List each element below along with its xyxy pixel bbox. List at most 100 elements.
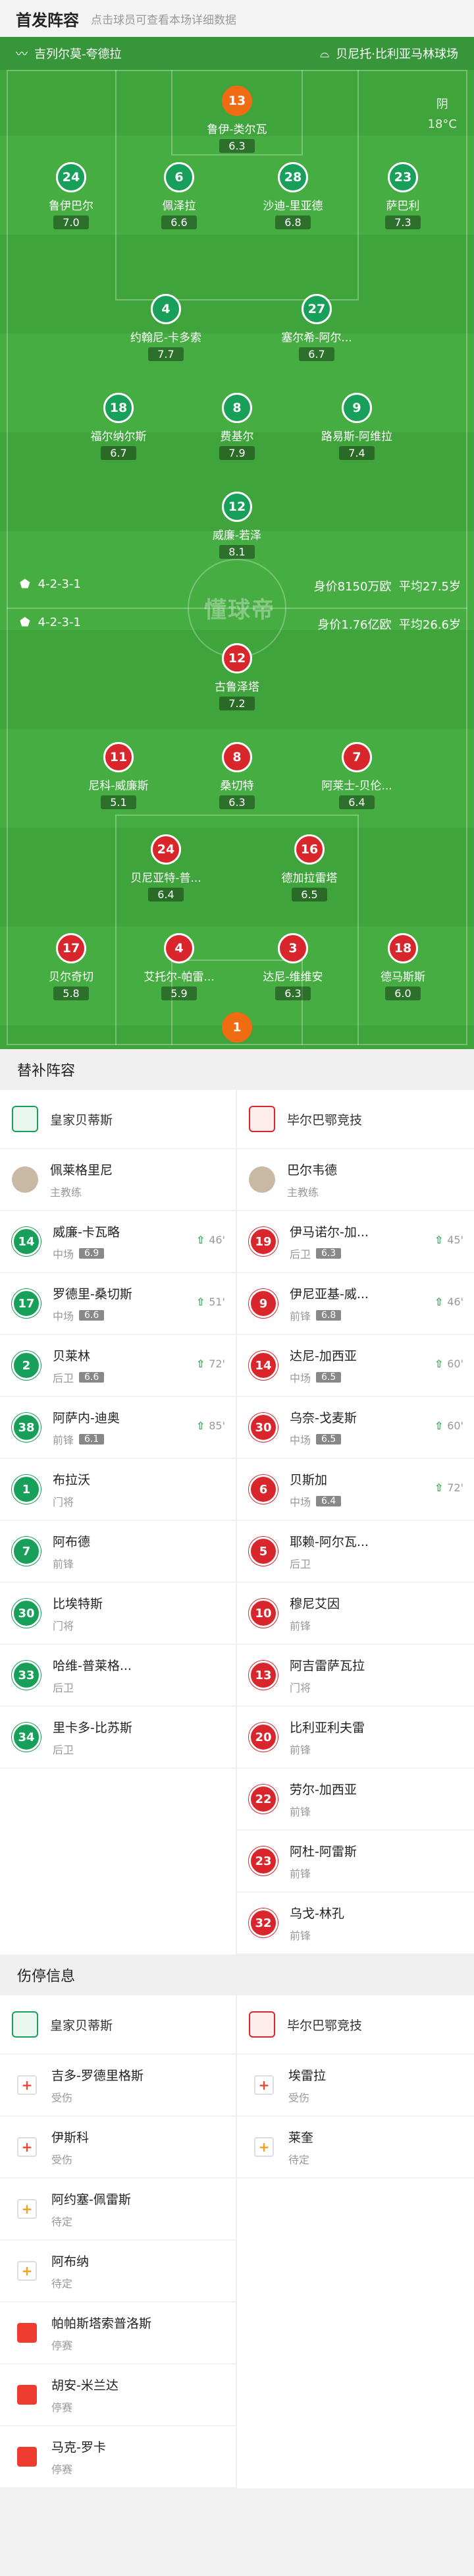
home-player[interactable]: 27 塞尔希-阿尔... 6.7 bbox=[257, 294, 376, 361]
sub-player-row[interactable]: 38 阿萨内-迪奥 前锋 6.1 ⇧ 85' bbox=[0, 1397, 236, 1459]
injury-status: 停赛 bbox=[51, 2463, 73, 2476]
home-team-info: 身价8150万欧 平均27.5岁 bbox=[314, 577, 461, 594]
sub-player-meta: 中场 6.5 bbox=[290, 1431, 462, 1447]
sub-player-row[interactable]: 17 罗德里-桑切斯 中场 6.6 ⇧ 51' bbox=[0, 1273, 236, 1335]
home-player[interactable]: 12 威廉-若泽 8.1 bbox=[178, 492, 296, 559]
sub-player-position: 门将 bbox=[53, 1495, 74, 1508]
away-player[interactable]: 24 贝尼亚特-普... 6.4 bbox=[107, 834, 225, 902]
sub-player-row[interactable]: 9 伊尼亚基-威... 前锋 6.8 ⇧ 46' bbox=[237, 1273, 474, 1335]
player-number: 27 bbox=[302, 294, 332, 324]
player-number: 12 bbox=[222, 643, 252, 673]
player-rating: 7.2 bbox=[219, 697, 255, 710]
injury-row[interactable]: + 莱奎 待定 bbox=[237, 2117, 474, 2179]
away-player[interactable]: 7 阿莱士-贝伦... 6.4 bbox=[298, 742, 416, 809]
home-player[interactable]: 18 福尔纳尔斯 6.7 bbox=[59, 393, 178, 460]
injury-row[interactable]: + 阿布纳 待定 bbox=[0, 2241, 236, 2303]
away-player[interactable]: 11 尼科-威廉斯 5.1 bbox=[59, 742, 178, 809]
home-player[interactable]: 9 路易斯-阿维拉 7.4 bbox=[298, 393, 416, 460]
home-player[interactable]: 28 沙迪-里亚德 6.8 bbox=[234, 162, 352, 229]
away-injury-team-row[interactable]: 毕尔巴鄂竞技 bbox=[237, 1995, 474, 2055]
injury-info: 马克-罗卡 停赛 bbox=[51, 2438, 224, 2476]
injury-row[interactable]: + 伊斯科 受伤 bbox=[0, 2117, 236, 2179]
sub-in-arrow-icon: ⇧ bbox=[196, 1234, 205, 1246]
injury-player-name: 阿布纳 bbox=[51, 2254, 90, 2269]
away-player[interactable]: 3 达尼-维维安 6.3 bbox=[234, 933, 352, 1000]
player-number: 18 bbox=[103, 393, 134, 423]
home-team-row[interactable]: 皇家贝蒂斯 bbox=[0, 1090, 236, 1149]
home-player[interactable]: 24 鲁伊巴尔 7.0 bbox=[12, 162, 130, 229]
away-player[interactable]: 16 德加拉雷塔 6.5 bbox=[250, 834, 369, 902]
away-player[interactable]: 1乌奈-西蒙6.3 bbox=[178, 1012, 296, 1049]
sub-player-meta: 前锋 bbox=[290, 1927, 462, 1943]
home-subs-column: 皇家贝蒂斯 佩莱格里尼 主教练 14 威廉-卡瓦略 中场 6.9 ⇧ 46' 17 罗德里-桑切斯中… bbox=[0, 1090, 237, 1955]
sub-player-row[interactable]: 5 耶赖-阿尔瓦... 后卫 bbox=[237, 1521, 474, 1583]
sub-player-position: 中场 bbox=[53, 1309, 74, 1323]
home-player[interactable]: 6 佩泽拉 6.6 bbox=[120, 162, 238, 229]
sub-player-row[interactable]: 1 布拉沃 门将 bbox=[0, 1459, 236, 1521]
sub-player-number: 19 bbox=[249, 1227, 278, 1256]
away-player[interactable]: 17 贝尔奇切 5.8 bbox=[12, 933, 130, 1000]
medical-cross-icon: + bbox=[17, 2137, 37, 2157]
away-player[interactable]: 8 桑切特 6.3 bbox=[178, 742, 296, 809]
player-rating: 6.3 bbox=[275, 987, 311, 1000]
medical-cross-icon: + bbox=[17, 2075, 37, 2095]
sub-player-row[interactable]: 7 阿布德 前锋 bbox=[0, 1521, 236, 1583]
coach-name: 佩莱格里尼 bbox=[50, 1162, 113, 1178]
injury-row[interactable]: 马克-罗卡 停赛 bbox=[0, 2426, 236, 2488]
away-player[interactable]: 12 古鲁泽塔 7.2 bbox=[178, 643, 296, 710]
sub-player-position: 门将 bbox=[53, 1619, 74, 1632]
injury-row[interactable]: + 阿约塞-佩雷斯 待定 bbox=[0, 2179, 236, 2241]
sub-player-rating: 6.3 bbox=[316, 1247, 342, 1259]
sub-player-position: 前锋 bbox=[290, 1805, 311, 1818]
home-coach-avatar bbox=[12, 1166, 38, 1193]
away-player[interactable]: 18 德马斯斯 6.0 bbox=[344, 933, 462, 1000]
sub-player-row[interactable]: 22 劳尔-加西亚 前锋 bbox=[237, 1769, 474, 1831]
injury-row[interactable]: + 埃雷拉 受伤 bbox=[237, 2055, 474, 2117]
sub-player-row[interactable]: 13 阿吉雷萨瓦拉 门将 bbox=[237, 1645, 474, 1707]
sub-player-rating: 6.9 bbox=[79, 1247, 105, 1259]
sub-player-row[interactable]: 14 达尼-加西亚 中场 6.5 ⇧ 60' bbox=[237, 1335, 474, 1397]
player-number: 11 bbox=[103, 742, 134, 772]
injury-row[interactable]: 胡安-米兰达 停赛 bbox=[0, 2364, 236, 2426]
home-player[interactable]: 13 鲁伊-类尔瓦 6.3 bbox=[178, 86, 296, 153]
sub-player-row[interactable]: 2 贝莱林 后卫 6.6 ⇧ 72' bbox=[0, 1335, 236, 1397]
sub-player-row[interactable]: 32 乌戈-林孔 前锋 bbox=[237, 1893, 474, 1955]
sub-player-name: 阿杜-阿雷斯 bbox=[290, 1844, 357, 1859]
sub-player-row[interactable]: 20 比利亚利夫雷 前锋 bbox=[237, 1707, 474, 1769]
sub-player-row[interactable]: 33 哈维-普莱格... 后卫 bbox=[0, 1645, 236, 1707]
sub-player-row[interactable]: 10 穆尼艾因 前锋 bbox=[237, 1583, 474, 1645]
away-player[interactable]: 4 艾托尔-帕雷... 5.9 bbox=[120, 933, 238, 1000]
home-player[interactable]: 23 萨巴利 7.3 bbox=[344, 162, 462, 229]
home-injury-team-row[interactable]: 皇家贝蒂斯 bbox=[0, 1995, 236, 2055]
sub-player-row[interactable]: 30 乌奈-戈麦斯 中场 6.5 ⇧ 60' bbox=[237, 1397, 474, 1459]
player-name: 约翰尼-卡多索 bbox=[130, 331, 202, 345]
away-team-row[interactable]: 毕尔巴鄂竞技 bbox=[237, 1090, 474, 1149]
sub-player-meta: 门将 bbox=[290, 1679, 462, 1695]
home-coach-row[interactable]: 佩莱格里尼 主教练 bbox=[0, 1149, 236, 1211]
lineup-header: 首发阵容 点击球员可查看本场详细数据 bbox=[0, 0, 474, 37]
injury-row[interactable]: 帕帕斯塔索普洛斯 停赛 bbox=[0, 2303, 236, 2364]
sub-player-position: 前锋 bbox=[290, 1619, 311, 1632]
sub-player-row[interactable]: 19 伊马诺尔-加... 后卫 6.3 ⇧ 45' bbox=[237, 1211, 474, 1273]
sub-player-row[interactable]: 23 阿杜-阿雷斯 前锋 bbox=[237, 1831, 474, 1893]
player-name: 贝尼亚特-普... bbox=[130, 872, 201, 885]
away-coach-row[interactable]: 巴尔韦德 主教练 bbox=[237, 1149, 474, 1211]
home-player[interactable]: 8 费基尔 7.9 bbox=[178, 393, 296, 460]
injury-player-name: 吉多-罗德里格斯 bbox=[51, 2068, 144, 2083]
sub-player-row[interactable]: 34 里卡多-比苏斯 后卫 bbox=[0, 1707, 236, 1769]
player-number: 4 bbox=[164, 933, 194, 963]
player-rating: 6.4 bbox=[148, 888, 184, 902]
sub-player-row[interactable]: 6 贝斯加 中场 6.4 ⇧ 72' bbox=[237, 1459, 474, 1521]
away-injuries-column: 毕尔巴鄂竞技 + 埃雷拉 受伤 + 莱奎 待定 bbox=[237, 1995, 474, 2488]
injury-row[interactable]: + 吉多-罗德里格斯 受伤 bbox=[0, 2055, 236, 2117]
injury-info: 阿约塞-佩雷斯 待定 bbox=[51, 2190, 224, 2229]
injury-info: 阿布纳 待定 bbox=[51, 2252, 224, 2291]
sub-player-name: 穆尼艾因 bbox=[290, 1596, 340, 1611]
sub-player-row[interactable]: 14 威廉-卡瓦略 中场 6.9 ⇧ 46' bbox=[0, 1211, 236, 1273]
home-player[interactable]: 4 约翰尼-卡多索 7.7 bbox=[107, 294, 225, 361]
home-club-logo-icon bbox=[12, 2011, 38, 2038]
sub-player-name: 耶赖-阿尔瓦... bbox=[290, 1534, 369, 1549]
sub-player-row[interactable]: 30 比埃特斯 门将 bbox=[0, 1583, 236, 1645]
coach-name: 巴尔韦德 bbox=[287, 1162, 338, 1178]
sub-player-info: 劳尔-加西亚 前锋 bbox=[290, 1780, 462, 1819]
